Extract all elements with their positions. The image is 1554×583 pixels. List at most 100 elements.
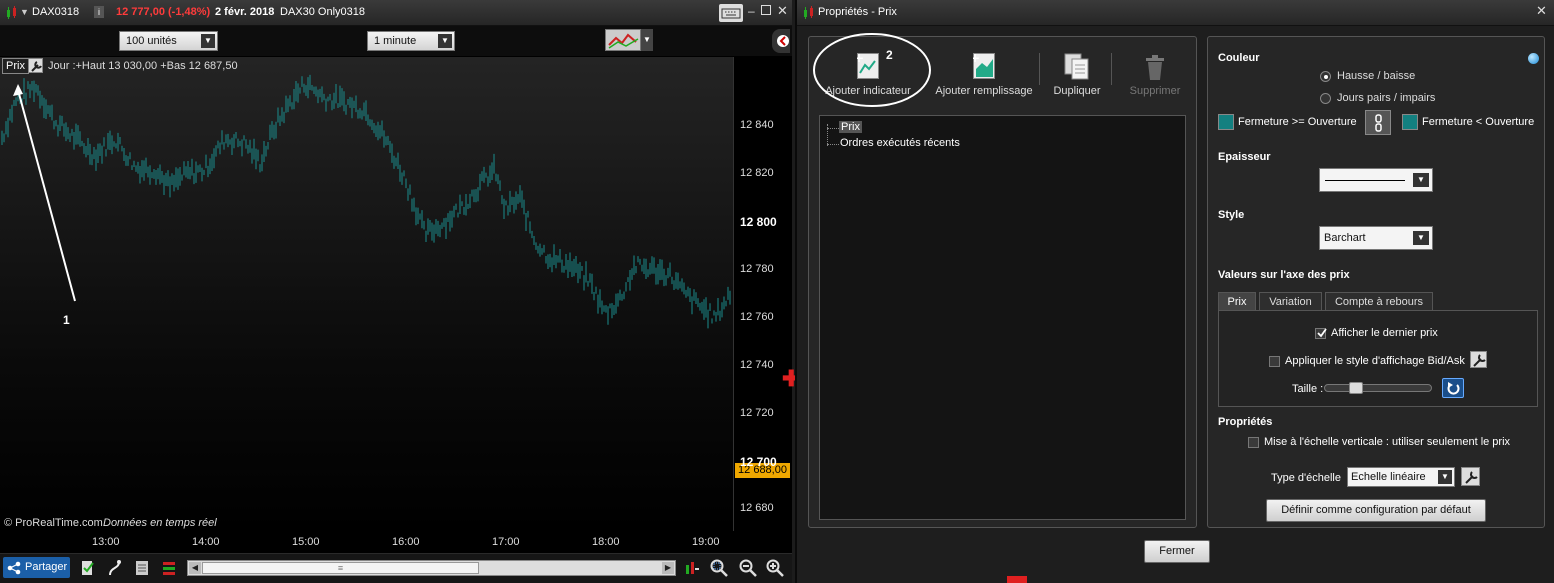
time-tick-label: 19:00 [692,536,720,548]
help-icon[interactable] [1528,53,1539,64]
auto-scroll-icon[interactable] [684,559,700,577]
scroll-right-icon[interactable]: ▶ [662,562,674,574]
window-title: Propriétés - Prix [818,6,897,18]
checkbox-unchecked-icon [1269,355,1280,367]
drawing-tool-icon[interactable] [107,559,123,577]
series-label[interactable]: Prix [2,58,29,74]
annotation-arrow [13,84,76,302]
show-last-price-checkbox[interactable]: Afficher le dernier prix [1315,327,1438,339]
realtime-note: Données en temps réel [103,517,217,529]
settings-panel: Couleur Hausse / baisse Jours pairs / im… [1207,36,1545,528]
price-tick-label: 12 800 [740,215,777,230]
properties-title-bar: Propriétés - Prix ✕ [797,0,1554,26]
scrollbar-thumb[interactable]: ≡ [202,562,479,574]
radio-selected-icon [1320,70,1331,82]
symbol-dropdown-icon[interactable]: ▼ [20,7,29,17]
minimize-icon[interactable]: – [748,4,755,18]
add-fill-button[interactable]: + Ajouter remplissage [934,53,1034,103]
price-tick-label: 12 680 [740,502,774,515]
tree-item-prix[interactable]: Prix [839,121,862,133]
layers-icon[interactable] [134,559,150,577]
tree-connector [827,144,839,145]
color-swatch-up[interactable] [1218,114,1234,130]
chevron-down-icon: ▼ [1413,173,1429,187]
radio-evenodd[interactable]: Jours pairs / impairs [1320,92,1435,104]
price-tick-label: 12 840 [740,119,774,132]
tab-countdown[interactable]: Compte à rebours [1325,292,1433,311]
thickness-select[interactable]: ▼ [1319,168,1433,192]
chevron-down-icon[interactable]: ▼ [641,29,653,51]
style-select[interactable]: Barchart ▼ [1319,226,1433,250]
chart-window: ▼ DAX0318 i 12 777,00 (-1,48%) 2 févr. 2… [0,0,800,583]
time-axis[interactable]: 13:00 14:00 15:00 16:00 17:00 18:00 19:00 [0,531,734,553]
duplicate-icon [1064,53,1090,81]
zoom-in-icon[interactable] [765,558,785,578]
scroll-left-icon[interactable]: ◀ [189,562,201,574]
tab-variation[interactable]: Variation [1259,292,1322,311]
tree-item-recent-orders[interactable]: Ordres exécutés récents [840,137,960,149]
horizontal-scrollbar[interactable]: ◀ ≡ ▶ [187,560,676,576]
price-tick-label: 12 700 [740,454,777,469]
units-select[interactable]: 100 unités ▼ [119,31,218,51]
radio-updown[interactable]: Hausse / baisse [1320,70,1415,82]
chart-toolbar: 100 unités ▼ 1 minute ▼ ▼ [0,26,792,56]
time-tick-label: 15:00 [292,536,320,548]
close-icon[interactable]: ✕ [1536,3,1547,19]
link-colors-icon[interactable] [1365,110,1391,135]
radio-updown-label: Hausse / baisse [1337,70,1416,82]
maximize-icon[interactable] [761,5,771,15]
orders-icon[interactable] [161,559,177,577]
chevron-down-icon: ▼ [201,34,215,48]
timeframe-select[interactable]: 1 minute ▼ [367,31,455,51]
price-axis[interactable]: 12 688,00 12 840 12 820 12 800 12 780 12 760… [734,57,792,531]
share-button[interactable]: Partager [3,557,70,578]
close-lt-open-label: Fermeture < Ouverture [1422,116,1535,128]
color-swatch-down[interactable] [1402,114,1418,130]
scale-type-label: Type d'échelle [1271,472,1341,484]
indicator-tool-icon[interactable] [605,29,641,51]
copyright-label: © ProRealTime.com [4,517,103,529]
zoom-area-icon[interactable] [709,558,729,578]
bid-ask-style-checkbox[interactable]: Appliquer le style d'affichage Bid/Ask [1269,355,1465,367]
radio-unselected-icon [1320,92,1331,104]
annotation-circle [813,33,931,107]
instrument-name: DAX30 Only0318 [280,6,365,18]
svg-text:+: + [973,53,980,65]
reset-icon[interactable] [1442,378,1464,398]
price-tick-label: 12 720 [740,406,774,419]
keyboard-icon[interactable] [719,4,743,22]
info-icon[interactable]: i [94,6,104,18]
units-select-value: 100 unités [126,35,177,47]
wrench-icon[interactable] [1461,467,1480,486]
checkbox-unchecked-icon [1248,436,1259,448]
wrench-icon[interactable] [28,58,43,73]
vertical-scaling-checkbox[interactable]: Mise à l'échelle verticale : utiliser se… [1248,436,1510,448]
annotation-number-2: 2 [886,48,893,62]
delete-button[interactable]: Supprimer [1115,53,1195,103]
tab-prix[interactable]: Prix [1218,292,1256,311]
alert-icon[interactable] [80,559,96,577]
toolbar-separator [1111,53,1112,85]
set-default-config-button[interactable]: Définir comme configuration par défaut [1266,499,1486,522]
time-tick-label: 18:00 [592,536,620,548]
zoom-out-icon[interactable] [738,558,758,578]
wrench-icon[interactable] [1470,351,1487,368]
duplicate-button[interactable]: Dupliquer [1047,53,1107,103]
price-axis-values-label: Valeurs sur l'axe des prix [1218,269,1350,281]
collapse-panel-icon[interactable] [772,29,790,53]
slider-thumb[interactable] [1349,382,1363,394]
size-label: Taille : [1292,383,1324,395]
close-button[interactable]: Fermer [1144,540,1210,563]
chart-title-bar: ▼ DAX0318 i 12 777,00 (-1,48%) 2 févr. 2… [0,0,792,26]
time-tick-label: 17:00 [492,536,520,548]
style-select-value: Barchart [1324,232,1366,244]
close-icon[interactable]: ✕ [777,3,788,19]
price-bars [1,74,731,329]
chevron-down-icon: ▼ [438,34,452,48]
scale-type-select[interactable]: Echelle linéaire ▼ [1347,467,1455,487]
resize-grip-icon[interactable] [1007,576,1027,583]
size-slider[interactable] [1324,382,1432,394]
price-chart-area[interactable]: Prix Jour :+Haut 13 030,00 +Bas 12 687,5… [0,57,734,531]
style-label: Style [1218,209,1245,221]
symbol-label[interactable]: DAX0318 [32,6,79,18]
